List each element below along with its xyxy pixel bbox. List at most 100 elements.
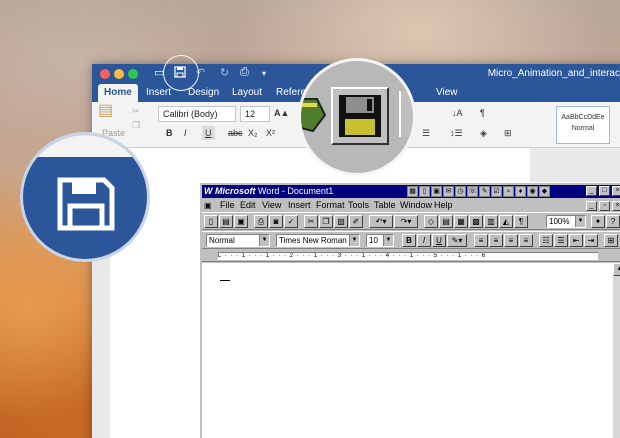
menu-table[interactable]: Table [374,199,396,212]
office-icon[interactable]: ▦ [407,186,418,197]
win95-ruler[interactable]: L · · · 1 · · · 1 · · · 2 · · · 1 · · · … [202,250,620,262]
tab-view[interactable]: View [430,84,464,102]
show-hide-icon[interactable]: ¶ [514,215,528,228]
menu-format[interactable]: Format [316,199,345,212]
dropdown-arrow-icon[interactable]: ▼ [349,235,359,246]
shading-icon[interactable]: ◈ [480,126,487,140]
strikethrough-button[interactable]: abc [228,126,243,140]
schedule-icon[interactable]: ◷ [455,186,466,197]
cut-icon-classic[interactable]: ✂ [304,215,318,228]
doc-restore-button[interactable]: ▫ [599,201,610,211]
doc-close-button[interactable]: × [612,201,620,211]
insert-address-icon[interactable]: ▤ [439,215,453,228]
open-icon[interactable]: ▤ [219,215,233,228]
dropdown-arrow-icon[interactable]: ▼ [575,216,585,227]
find-icon[interactable]: ⌕ [503,186,514,197]
new-doc-icon[interactable]: ▯ [419,186,430,197]
print-preview-icon[interactable]: ◙ [269,215,283,228]
font-name-combo[interactable]: Calibri (Body) [158,106,236,122]
font-combo[interactable]: Times New Roman ▼ [276,234,360,247]
new-icon[interactable]: ▯ [204,215,218,228]
size-combo[interactable]: 10 ▼ [366,234,394,247]
increase-indent-icon[interactable]: ⇥ [584,234,598,247]
tasks-icon[interactable]: ☑ [491,186,502,197]
drawing-icon[interactable]: ◭ [499,215,513,228]
style-normal-card[interactable]: AaBbCcDdEe Normal [556,106,610,144]
customize-toolbar-icon[interactable]: ▾ [262,69,266,78]
maximize-button[interactable]: □ [599,186,610,196]
menu-help[interactable]: Help [434,199,453,212]
format-painter-icon[interactable]: ✐ [349,215,363,228]
menu-edit[interactable]: Edit [240,199,256,212]
notes-icon[interactable]: ✎ [479,186,490,197]
align-right-icon[interactable]: ≡ [504,234,518,247]
scroll-up-icon[interactable]: ▲ [613,263,620,276]
menu-tools[interactable]: Tools [348,199,369,212]
print-icon-classic[interactable]: ⎙ [254,215,268,228]
dropdown-arrow-icon[interactable]: ▼ [383,235,393,246]
help-icon[interactable]: ? [606,215,620,228]
numbering-icon[interactable]: ☷ [539,234,553,247]
network-icon[interactable]: ◉ [527,186,538,197]
bold-button-classic[interactable]: B [402,234,416,247]
insert-excel-icon[interactable]: ▩ [469,215,483,228]
underline-button-classic[interactable]: U [432,234,446,247]
borders-icon[interactable]: ⊞ [504,126,512,140]
print-icon[interactable]: ⎙ [240,66,249,79]
menu-file[interactable]: File [220,199,235,212]
superscript-button[interactable]: X² [266,126,275,140]
copy-icon[interactable]: ❐ [132,118,140,132]
sort-icon[interactable]: ↓A [452,106,463,120]
tab-home[interactable]: Home [98,84,138,102]
italic-button[interactable]: I [184,126,187,140]
insert-table-icon[interactable]: ▦ [454,215,468,228]
columns-icon[interactable]: ▥ [484,215,498,228]
paste-icon-classic[interactable]: ▧ [334,215,348,228]
align-center-icon[interactable]: ≡ [489,234,503,247]
win95-document-area[interactable] [202,263,613,438]
italic-button-classic[interactable]: I [417,234,431,247]
autoformat-icon[interactable]: ◇ [424,215,438,228]
bullets-icon[interactable]: ☰ [554,234,568,247]
align-left-icon[interactable]: ≡ [474,234,488,247]
menu-insert[interactable]: Insert [288,199,311,212]
undo-icon-classic[interactable]: ↶▾ [369,215,393,228]
font-size-combo[interactable]: 12 [240,106,270,122]
redo-icon[interactable]: ↻ [220,66,229,79]
tab-layout[interactable]: Layout [226,84,268,102]
spelling-icon[interactable]: ✓ [284,215,298,228]
answer-wizard-icon[interactable]: ◆ [539,186,550,197]
justify-icon[interactable]: ≡ [519,234,533,247]
highlight-icon[interactable]: ✎▾ [447,234,467,247]
line-spacing-icon[interactable]: ↕☰ [450,126,463,140]
dropdown-arrow-icon[interactable]: ▼ [259,235,269,246]
bold-button[interactable]: B [166,126,173,140]
close-button[interactable]: × [612,186,620,196]
align-justify-icon[interactable]: ☰ [422,126,430,140]
contacts-icon[interactable]: ☏ [467,186,478,197]
tips-icon[interactable]: ♦ [515,186,526,197]
decrease-indent-icon[interactable]: ⇤ [569,234,583,247]
redo-icon-classic[interactable]: ↷▾ [394,215,418,228]
grow-font-button[interactable]: A▲ [274,106,289,120]
style-combo[interactable]: Normal ▼ [206,234,270,247]
open-folder-icon[interactable]: ▣ [431,186,442,197]
minimize-window-button[interactable] [114,69,124,79]
vertical-scrollbar[interactable]: ▲ [613,263,620,438]
close-window-button[interactable] [100,69,110,79]
mail-icon[interactable]: ✉ [443,186,454,197]
underline-button[interactable]: U [202,126,215,140]
menu-window[interactable]: Window [400,199,432,212]
pilcrow-button[interactable]: ¶ [480,106,485,120]
win95-save-icon[interactable]: ▣ [234,215,248,228]
copy-icon-classic[interactable]: ❐ [319,215,333,228]
borders-icon-classic[interactable]: ⊞ [604,234,618,247]
zoom-window-button[interactable] [128,69,138,79]
tip-wizard-icon[interactable]: ✦ [591,215,605,228]
clipboard-icon[interactable]: ▤ [98,103,113,119]
doc-control-icon[interactable]: ▣ [204,199,212,212]
cut-icon[interactable]: ✂ [132,104,140,118]
minimize-button[interactable]: _ [586,186,597,196]
subscript-button[interactable]: X₂ [248,126,258,140]
doc-minimize-button[interactable]: _ [586,201,597,211]
